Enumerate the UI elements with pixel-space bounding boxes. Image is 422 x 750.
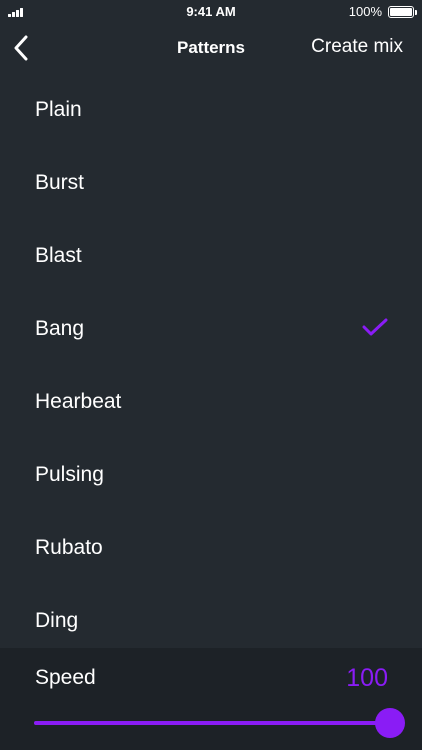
checkmark-icon xyxy=(362,318,388,336)
speed-label: Speed xyxy=(35,666,96,689)
pattern-label: Bang xyxy=(35,316,85,340)
nav-bar: Patterns Create mix xyxy=(0,22,422,74)
speed-value: 100 xyxy=(346,664,388,692)
battery-full-icon xyxy=(388,6,417,18)
chevron-left-icon xyxy=(14,35,28,61)
create-mix-button[interactable]: Create mix xyxy=(311,36,403,58)
pattern-row[interactable]: Blast xyxy=(0,219,422,292)
back-button[interactable] xyxy=(4,28,38,68)
pattern-label: Rubato xyxy=(35,535,103,559)
speed-panel: Speed 100 xyxy=(0,648,422,750)
pattern-row[interactable]: Ding xyxy=(0,584,422,657)
pattern-row[interactable]: Plain xyxy=(0,73,422,146)
pattern-row[interactable]: Pulsing xyxy=(0,438,422,511)
pattern-row[interactable]: Hearbeat xyxy=(0,365,422,438)
pattern-row[interactable]: Rubato xyxy=(0,511,422,584)
pattern-row[interactable]: Bang xyxy=(0,292,422,365)
speed-slider[interactable] xyxy=(34,708,405,738)
pattern-label: Blast xyxy=(35,243,82,267)
slider-thumb[interactable] xyxy=(375,708,405,738)
status-bar: 9:41 AM 100% xyxy=(0,0,422,22)
patterns-screen: 9:41 AM 100% Patterns Create mix Plain Bu… xyxy=(0,0,422,750)
pattern-label: Pulsing xyxy=(35,462,104,486)
pattern-label: Plain xyxy=(35,97,82,121)
pattern-list: Plain Burst Blast Bang Hearbeat Pulsing Rubato… xyxy=(0,73,422,657)
slider-fill xyxy=(34,721,390,725)
battery-percent: 100% xyxy=(348,4,382,19)
pattern-label: Hearbeat xyxy=(35,389,122,413)
pattern-label: Burst xyxy=(35,170,85,194)
battery-fill xyxy=(390,8,412,16)
pattern-row[interactable]: Burst xyxy=(0,146,422,219)
pattern-label: Ding xyxy=(35,608,79,632)
